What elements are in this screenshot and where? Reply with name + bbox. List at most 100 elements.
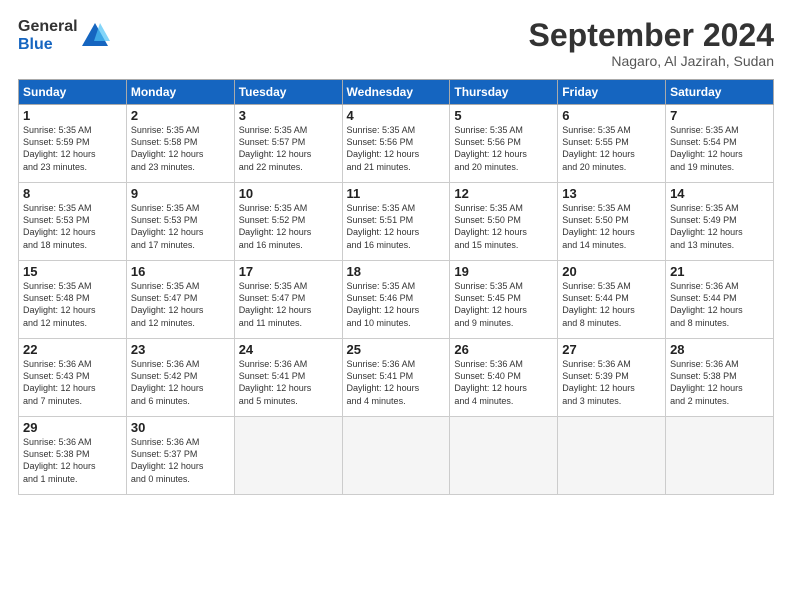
cell-text: Sunset: 5:39 PM — [562, 370, 661, 382]
cell-text: Sunset: 5:47 PM — [131, 292, 230, 304]
week-row-3: 22Sunrise: 5:36 AMSunset: 5:43 PMDayligh… — [19, 339, 774, 417]
col-thursday: Thursday — [450, 80, 558, 105]
cell-text: Daylight: 12 hours — [562, 148, 661, 160]
cell-text: Sunrise: 5:35 AM — [347, 280, 446, 292]
cell-text: Sunrise: 5:36 AM — [347, 358, 446, 370]
table-row: 7Sunrise: 5:35 AMSunset: 5:54 PMDaylight… — [666, 105, 774, 183]
cell-text: Daylight: 12 hours — [131, 382, 230, 394]
cell-text: and 16 minutes. — [239, 239, 338, 251]
day-number: 21 — [670, 264, 769, 279]
table-row: 22Sunrise: 5:36 AMSunset: 5:43 PMDayligh… — [19, 339, 127, 417]
table-row: 24Sunrise: 5:36 AMSunset: 5:41 PMDayligh… — [234, 339, 342, 417]
table-row: 17Sunrise: 5:35 AMSunset: 5:47 PMDayligh… — [234, 261, 342, 339]
day-number: 11 — [347, 186, 446, 201]
cell-text: Sunrise: 5:35 AM — [239, 124, 338, 136]
cell-text: Sunset: 5:45 PM — [454, 292, 553, 304]
cell-text: and 9 minutes. — [454, 317, 553, 329]
col-friday: Friday — [558, 80, 666, 105]
col-saturday: Saturday — [666, 80, 774, 105]
cell-text: Sunset: 5:38 PM — [670, 370, 769, 382]
table-row: 13Sunrise: 5:35 AMSunset: 5:50 PMDayligh… — [558, 183, 666, 261]
cell-text: Sunrise: 5:35 AM — [239, 280, 338, 292]
cell-text: Sunset: 5:43 PM — [23, 370, 122, 382]
table-row: 2Sunrise: 5:35 AMSunset: 5:58 PMDaylight… — [126, 105, 234, 183]
cell-text: Daylight: 12 hours — [454, 148, 553, 160]
cell-text: and 11 minutes. — [239, 317, 338, 329]
cell-text: Sunset: 5:38 PM — [23, 448, 122, 460]
cell-text: Sunset: 5:54 PM — [670, 136, 769, 148]
cell-text: Sunrise: 5:36 AM — [239, 358, 338, 370]
cell-text: Daylight: 12 hours — [347, 304, 446, 316]
cell-text: Sunset: 5:52 PM — [239, 214, 338, 226]
cell-text: Sunrise: 5:36 AM — [670, 358, 769, 370]
cell-text: and 19 minutes. — [670, 161, 769, 173]
cell-text: Daylight: 12 hours — [670, 304, 769, 316]
day-number: 4 — [347, 108, 446, 123]
cell-text: and 23 minutes. — [131, 161, 230, 173]
cell-text: and 20 minutes. — [454, 161, 553, 173]
table-row: 4Sunrise: 5:35 AMSunset: 5:56 PMDaylight… — [342, 105, 450, 183]
col-tuesday: Tuesday — [234, 80, 342, 105]
header: General Blue September 2024 Nagaro, Al J… — [18, 18, 774, 69]
day-number: 7 — [670, 108, 769, 123]
cell-text: Sunrise: 5:35 AM — [454, 202, 553, 214]
week-row-1: 8Sunrise: 5:35 AMSunset: 5:53 PMDaylight… — [19, 183, 774, 261]
day-number: 30 — [131, 420, 230, 435]
cell-text: and 1 minute. — [23, 473, 122, 485]
cell-text: Sunset: 5:37 PM — [131, 448, 230, 460]
cell-text: Sunset: 5:59 PM — [23, 136, 122, 148]
cell-text: Daylight: 12 hours — [562, 226, 661, 238]
cell-text: Daylight: 12 hours — [454, 382, 553, 394]
day-number: 13 — [562, 186, 661, 201]
cell-text: Sunset: 5:48 PM — [23, 292, 122, 304]
cell-text: Sunrise: 5:35 AM — [239, 202, 338, 214]
cell-text: Sunset: 5:49 PM — [670, 214, 769, 226]
cell-text: Sunrise: 5:35 AM — [347, 124, 446, 136]
cell-text: Sunset: 5:58 PM — [131, 136, 230, 148]
cell-text: Sunrise: 5:36 AM — [23, 436, 122, 448]
cell-text: and 14 minutes. — [562, 239, 661, 251]
cell-text: Daylight: 12 hours — [670, 382, 769, 394]
calendar-table: Sunday Monday Tuesday Wednesday Thursday… — [18, 79, 774, 495]
cell-text: Sunset: 5:57 PM — [239, 136, 338, 148]
cell-text: and 13 minutes. — [670, 239, 769, 251]
cell-text: Sunrise: 5:35 AM — [23, 280, 122, 292]
cell-text: Daylight: 12 hours — [23, 226, 122, 238]
calendar-page: General Blue September 2024 Nagaro, Al J… — [0, 0, 792, 612]
cell-text: Sunset: 5:41 PM — [347, 370, 446, 382]
cell-text: Daylight: 12 hours — [347, 148, 446, 160]
cell-text: and 18 minutes. — [23, 239, 122, 251]
logo: General Blue — [18, 18, 110, 53]
cell-text: Sunset: 5:41 PM — [239, 370, 338, 382]
day-number: 8 — [23, 186, 122, 201]
table-row: 12Sunrise: 5:35 AMSunset: 5:50 PMDayligh… — [450, 183, 558, 261]
table-row: 23Sunrise: 5:36 AMSunset: 5:42 PMDayligh… — [126, 339, 234, 417]
day-number: 9 — [131, 186, 230, 201]
table-row: 20Sunrise: 5:35 AMSunset: 5:44 PMDayligh… — [558, 261, 666, 339]
day-number: 2 — [131, 108, 230, 123]
cell-text: Sunset: 5:40 PM — [454, 370, 553, 382]
cell-text: Sunrise: 5:35 AM — [454, 124, 553, 136]
cell-text: Sunset: 5:44 PM — [562, 292, 661, 304]
table-row — [450, 417, 558, 495]
cell-text: and 4 minutes. — [347, 395, 446, 407]
cell-text: Daylight: 12 hours — [131, 460, 230, 472]
cell-text: and 12 minutes. — [23, 317, 122, 329]
cell-text: Sunrise: 5:35 AM — [670, 124, 769, 136]
cell-text: Sunrise: 5:35 AM — [23, 124, 122, 136]
table-row: 18Sunrise: 5:35 AMSunset: 5:46 PMDayligh… — [342, 261, 450, 339]
day-number: 19 — [454, 264, 553, 279]
cell-text: and 20 minutes. — [562, 161, 661, 173]
cell-text: and 7 minutes. — [23, 395, 122, 407]
day-number: 6 — [562, 108, 661, 123]
cell-text: Sunrise: 5:35 AM — [562, 280, 661, 292]
cell-text: Daylight: 12 hours — [239, 304, 338, 316]
cell-text: Sunset: 5:56 PM — [347, 136, 446, 148]
cell-text: and 16 minutes. — [347, 239, 446, 251]
week-row-0: 1Sunrise: 5:35 AMSunset: 5:59 PMDaylight… — [19, 105, 774, 183]
day-number: 15 — [23, 264, 122, 279]
cell-text: and 8 minutes. — [670, 317, 769, 329]
cell-text: Sunset: 5:46 PM — [347, 292, 446, 304]
cell-text: Daylight: 12 hours — [562, 382, 661, 394]
table-row: 19Sunrise: 5:35 AMSunset: 5:45 PMDayligh… — [450, 261, 558, 339]
